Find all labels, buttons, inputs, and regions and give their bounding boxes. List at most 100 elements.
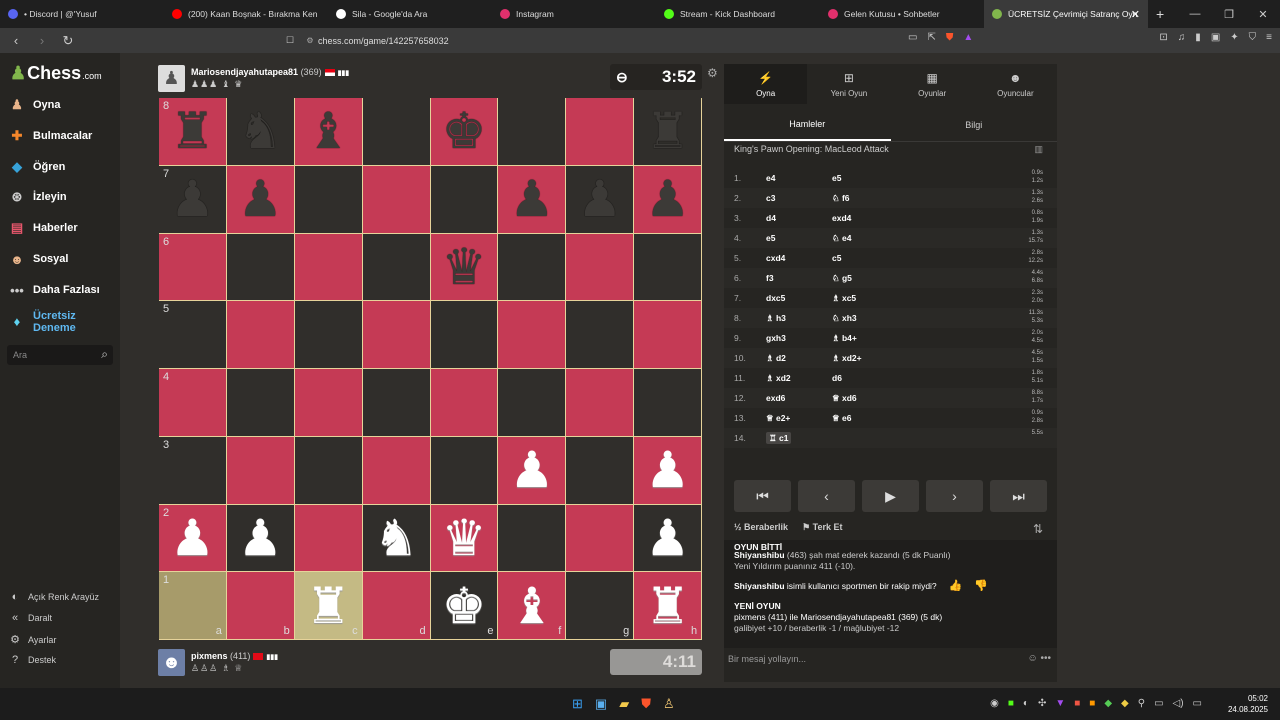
tray-icon[interactable]: ■	[1074, 698, 1080, 709]
square-d6[interactable]	[362, 233, 431, 302]
white-move[interactable]: ♗ xd2	[766, 373, 791, 383]
sidebar-item-trial[interactable]: ♦ Ücretsiz Deneme	[8, 310, 108, 334]
square-b8[interactable]: ♞	[226, 98, 295, 166]
tab-bilgi[interactable]: Bilgi	[891, 108, 1058, 141]
white-move[interactable]: ♗ d2	[766, 353, 786, 363]
white-move[interactable]: gxh3	[766, 333, 786, 343]
square-c8[interactable]: ♝	[294, 98, 363, 166]
square-e4[interactable]	[430, 369, 499, 437]
browser-tab[interactable]: • Discord | @'Yusuf	[0, 0, 164, 28]
white-move[interactable]: cxd4	[766, 253, 785, 263]
square-g6[interactable]	[566, 233, 635, 302]
sidebar-item-bulmacalar[interactable]: ✚ Bulmacalar	[8, 128, 93, 144]
white-queen-icon[interactable]: ♛	[442, 513, 487, 563]
black-move[interactable]: ♗ b4+	[832, 333, 857, 343]
square-f2[interactable]	[498, 504, 567, 573]
white-move[interactable]: d4	[766, 213, 776, 223]
square-f6[interactable]	[498, 233, 567, 302]
minimize-icon[interactable]: —	[1178, 8, 1212, 20]
white-bishop-icon[interactable]: ♝	[509, 581, 554, 631]
black-move[interactable]: e5	[832, 173, 841, 183]
play-button[interactable]: ▶	[862, 480, 919, 512]
opening-name[interactable]: King's Pawn Opening: MacLeod Attack	[734, 144, 889, 154]
square-a8[interactable]: 8 ♜	[159, 98, 227, 166]
first-move-button[interactable]: ⏮	[734, 480, 791, 512]
tray-icon[interactable]: ▼	[1055, 698, 1065, 709]
resign-button[interactable]: ⚑ Terk Et	[802, 522, 842, 533]
tray-icon[interactable]: ■	[1008, 698, 1014, 709]
white-rook-icon[interactable]: ♜	[645, 581, 690, 631]
black-pawn-icon[interactable]: ♟	[170, 174, 215, 224]
app-icon[interactable]: ♙	[663, 696, 675, 712]
white-king-icon[interactable]: ♚	[442, 581, 487, 631]
square-d5[interactable]	[362, 301, 431, 369]
music-icon[interactable]: ♫	[1178, 32, 1186, 43]
emoji-icon[interactable]: ☺	[1027, 653, 1037, 664]
white-rook-icon[interactable]: ♜	[306, 581, 351, 631]
square-c4[interactable]	[294, 369, 363, 437]
close-tab-icon[interactable]: ✕	[1131, 8, 1140, 21]
brave-icon[interactable]: ⛊	[641, 696, 651, 712]
search-icon[interactable]: ⌕	[101, 347, 108, 362]
reload-icon[interactable]: ↻	[58, 33, 78, 49]
screenshot-icon[interactable]: ⊡	[1159, 32, 1167, 43]
settings-button[interactable]: ⚙ Ayarlar	[8, 633, 56, 646]
tab-yeni-oyun[interactable]: ⊞ Yeni Oyun	[807, 64, 890, 104]
white-move[interactable]: ♕ e2+	[766, 413, 790, 423]
thumbs-up-icon[interactable]: 👍	[949, 581, 963, 592]
square-h8[interactable]: ♜	[634, 98, 703, 166]
flip-board-icon[interactable]: ⇅	[1033, 522, 1043, 536]
battery-icon[interactable]: ▭	[1193, 698, 1202, 709]
tray-icon[interactable]: ■	[1089, 698, 1095, 709]
sidebar-toggle-icon[interactable]: ▮	[1195, 32, 1201, 43]
wallet-icon[interactable]: ▣	[1211, 32, 1220, 43]
square-h4[interactable]	[634, 369, 703, 437]
white-move[interactable]: f3	[766, 273, 774, 283]
white-move[interactable]: c3	[766, 193, 775, 203]
square-d7[interactable]	[362, 165, 431, 234]
white-move[interactable]: ♗ h3	[766, 313, 786, 323]
maximize-icon[interactable]: ❐	[1212, 8, 1246, 21]
square-a7[interactable]: 7 ♟	[159, 165, 227, 234]
sidebar-item-haberler[interactable]: ▤ Haberler	[8, 220, 78, 236]
square-c6[interactable]	[294, 233, 363, 302]
square-e7[interactable]	[430, 165, 499, 234]
browser-tab[interactable]: (200) Kaan Boşnak - Bırakma Ken	[164, 0, 328, 28]
black-move[interactable]: ♕ xd6	[832, 393, 857, 403]
square-c5[interactable]	[294, 301, 363, 369]
black-move[interactable]: d6	[832, 373, 842, 383]
opponent-avatar[interactable]: ♟	[158, 65, 185, 92]
chess-logo[interactable]: ♟ Chess .com	[10, 63, 102, 84]
tray-icon[interactable]: ◐	[1023, 698, 1029, 709]
vpn-icon[interactable]: ⛉	[1249, 32, 1257, 43]
square-f3[interactable]: ♟	[498, 436, 567, 505]
chat-message-input[interactable]: Bir mesaj yollayın...	[728, 654, 806, 664]
square-c7[interactable]	[294, 165, 363, 234]
black-move[interactable]: ♘ g5	[832, 273, 852, 283]
menu-icon[interactable]: ≡	[1266, 32, 1272, 43]
white-move[interactable]: e4	[766, 173, 775, 183]
sidebar-item-daha-fazlasi[interactable]: ••• Daha Fazlası	[8, 282, 99, 298]
opponent-name[interactable]: Mariosendjayahutapea81	[191, 67, 298, 77]
black-move[interactable]: ♗ xc5	[832, 293, 856, 303]
square-a6[interactable]: 6	[159, 233, 227, 302]
square-e2[interactable]: ♛	[430, 504, 499, 573]
tray-icon[interactable]: ◉	[990, 698, 999, 709]
square-c1[interactable]: c ♜	[294, 572, 363, 640]
url-text[interactable]: chess.com/game/142257658032	[318, 36, 449, 46]
volume-icon[interactable]: ◁)	[1173, 698, 1184, 709]
white-move[interactable]: exd6	[766, 393, 785, 403]
black-move[interactable]: exd4	[832, 213, 851, 223]
square-a1[interactable]: 1a	[159, 572, 227, 640]
white-pawn-icon[interactable]: ♟	[645, 513, 690, 563]
black-move[interactable]: ♗ xd2+	[832, 353, 862, 363]
black-move[interactable]: ♕ e6	[832, 413, 851, 423]
back-icon[interactable]: ‹	[6, 33, 26, 48]
square-c2[interactable]	[294, 504, 363, 573]
white-move[interactable]: dxc5	[766, 293, 785, 303]
square-a5[interactable]: 5	[159, 301, 227, 369]
thumbs-down-icon[interactable]: 👎	[974, 581, 988, 592]
square-e6[interactable]: ♛	[430, 233, 499, 302]
bookmark-icon[interactable]: ☐	[278, 35, 302, 46]
white-pawn-icon[interactable]: ♟	[238, 513, 283, 563]
